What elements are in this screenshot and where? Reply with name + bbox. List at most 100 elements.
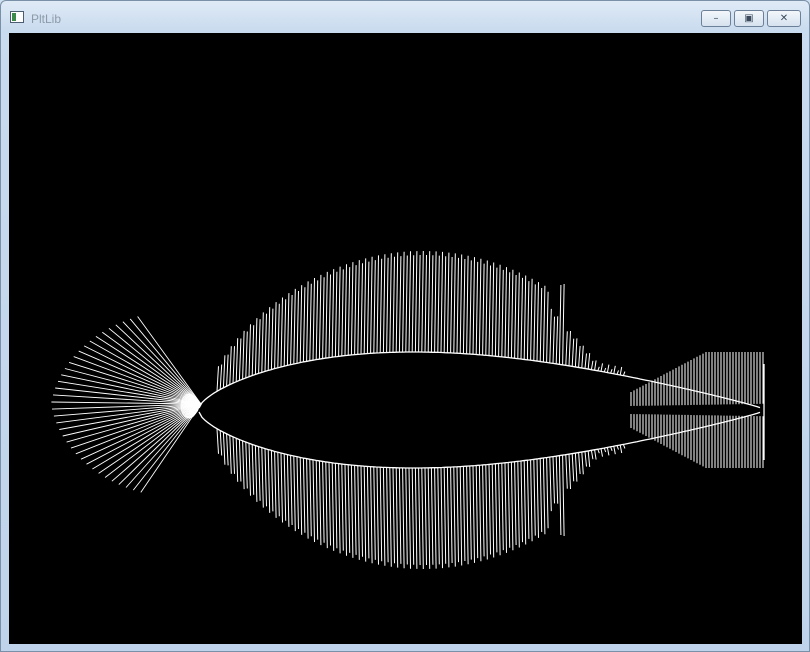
- ventral-fin-ray: [322, 461, 325, 543]
- dorsal-fin-ray: [322, 277, 325, 359]
- ventral-fin-ray: [578, 452, 581, 475]
- ventral-fin-ray: [354, 465, 357, 555]
- ventral-fin-ray: [229, 435, 232, 474]
- dorsal-fin-ray: [366, 261, 370, 354]
- dorsal-fin-ray: [411, 255, 415, 353]
- dorsal-fin-ray: [533, 284, 536, 361]
- ventral-fin-ray: [373, 466, 376, 560]
- dorsal-fin-ray: [347, 267, 351, 356]
- ventral-fin-ray: [472, 465, 475, 563]
- dorsal-fin-ray: [568, 330, 571, 366]
- ventral-fin-ray: [290, 455, 293, 526]
- dorsal-fin-ray: [318, 274, 322, 360]
- dorsal-fin-ray: [437, 255, 440, 353]
- ventral-fin-ray: [600, 448, 603, 457]
- ventral-fin-ray: [344, 464, 347, 556]
- ventral-fin-ray: [421, 467, 424, 570]
- ventral-fin-ray: [248, 443, 251, 496]
- ventral-fin-ray: [606, 447, 610, 456]
- dorsal-fin-ray: [501, 269, 504, 357]
- ventral-fin-ray: [613, 446, 616, 455]
- ventral-fin-ray: [357, 465, 360, 560]
- ventral-fin-ray: [267, 449, 271, 513]
- ventral-fin-ray: [331, 462, 335, 551]
- dorsal-fin-ray: [408, 251, 411, 353]
- dorsal-fin-ray: [619, 366, 623, 376]
- minimize-button[interactable]: –: [701, 10, 731, 27]
- dorsal-fin-ray: [578, 345, 581, 368]
- close-button[interactable]: ✕: [767, 10, 801, 27]
- dorsal-fin-ray: [613, 365, 616, 374]
- dorsal-fin-ray: [453, 253, 456, 354]
- ventral-fin-ray: [552, 456, 555, 504]
- dorsal-fin-ray: [251, 325, 255, 376]
- dorsal-fin-ray: [376, 255, 379, 354]
- dorsal-fin-ray: [325, 271, 328, 359]
- ventral-fin-ray: [334, 463, 338, 549]
- dorsal-fin-ray: [293, 288, 296, 365]
- dorsal-fin-ray: [248, 324, 251, 377]
- dorsal-fin-ray: [421, 250, 424, 353]
- dorsal-fin-ray: [590, 360, 594, 370]
- ventral-fin-ray: [520, 460, 523, 543]
- dorsal-fin-ray: [443, 256, 447, 353]
- dorsal-fin-ray: [344, 264, 347, 356]
- ventral-fin-ray: [549, 457, 552, 512]
- dorsal-fin-ray: [309, 283, 312, 361]
- dorsal-fin-ray: [373, 260, 376, 354]
- dorsal-fin-ray: [616, 370, 619, 375]
- dorsal-fin-ray: [357, 260, 360, 355]
- ventral-fin-ray: [392, 467, 395, 564]
- ventral-fin-ray: [603, 447, 607, 453]
- ventral-fin-ray: [424, 467, 427, 566]
- title-bar[interactable]: PltLib – ▣ ✕: [1, 1, 809, 33]
- ventral-fin-ray: [430, 467, 434, 565]
- ventral-fin-ray: [530, 459, 533, 542]
- dorsal-fin-ray: [258, 319, 261, 374]
- ventral-fin-ray: [459, 466, 463, 566]
- ventral-fin-ray: [280, 452, 283, 523]
- ventral-fin-ray: [379, 467, 383, 562]
- dorsal-fin-ray: [328, 274, 331, 358]
- dorsal-fin-ray: [571, 338, 575, 367]
- dorsal-fin-ray: [510, 269, 514, 358]
- ventral-fin-ray: [283, 453, 287, 521]
- maximize-icon: ▣: [744, 12, 754, 24]
- dorsal-fin-ray: [446, 252, 450, 353]
- ventral-fin-ray: [238, 439, 242, 482]
- head-fan-ray: [64, 368, 202, 405]
- dorsal-fin-ray: [219, 364, 223, 390]
- app-icon[interactable]: [10, 11, 24, 23]
- ventral-fin-ray: [616, 445, 619, 450]
- maximize-button[interactable]: ▣: [734, 10, 764, 27]
- dorsal-fin-ray: [398, 256, 402, 353]
- ventral-fin-ray: [622, 444, 626, 449]
- dorsal-fin-ray: [370, 256, 373, 354]
- dorsal-fin-ray: [274, 302, 277, 369]
- ventral-fin-ray: [222, 432, 226, 465]
- dorsal-fin-ray: [235, 338, 239, 382]
- window-controls: – ▣ ✕: [701, 10, 801, 27]
- dorsal-fin-ray: [290, 294, 293, 365]
- ventral-fin-ray: [514, 461, 517, 546]
- ventral-fin-ray: [571, 453, 575, 482]
- ventral-fin-ray: [270, 450, 274, 512]
- ventral-fin-ray: [376, 466, 379, 565]
- dorsal-fin-ray: [498, 264, 501, 357]
- ventral-fin-ray: [414, 467, 418, 569]
- ventral-fin-ray: [235, 438, 239, 482]
- dorsal-fin-ray: [520, 277, 523, 360]
- dorsal-fin-ray: [546, 291, 549, 363]
- dorsal-fin-ray: [536, 282, 539, 362]
- ventral-fin-ray: [427, 467, 431, 569]
- dorsal-fin-ray: [622, 371, 626, 376]
- ventral-fin-ray: [446, 467, 450, 568]
- close-icon: ✕: [779, 12, 789, 24]
- ventral-fin-ray: [232, 436, 235, 474]
- ventral-fin-ray: [546, 457, 549, 529]
- ventral-fin-ray: [597, 449, 600, 454]
- ventral-fin-ray: [453, 466, 456, 567]
- dorsal-fin-ray: [459, 254, 463, 354]
- plot-canvas[interactable]: [9, 33, 802, 644]
- ventral-fin-ray: [296, 456, 299, 530]
